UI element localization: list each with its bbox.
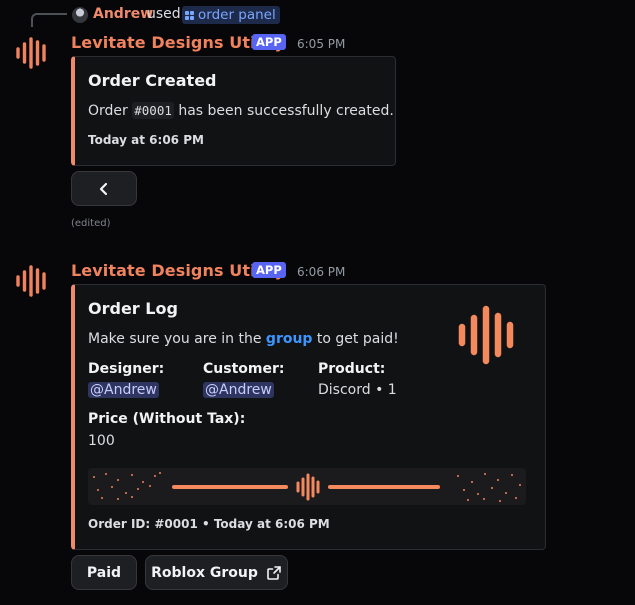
customer-value[interactable]: @Andrew — [203, 382, 274, 398]
customer-label: Customer: — [203, 361, 285, 377]
paid-button[interactable]: Paid — [71, 555, 137, 590]
designer-value[interactable]: @Andrew — [88, 382, 159, 398]
group-link[interactable]: group — [266, 331, 313, 347]
roblox-group-button-label: Roblox Group — [151, 564, 258, 581]
bot-avatar[interactable] — [14, 35, 50, 71]
roblox-group-button[interactable]: Roblox Group — [145, 555, 288, 590]
back-button[interactable] — [71, 171, 137, 206]
chevron-left-icon — [99, 182, 108, 195]
command-icon — [185, 10, 194, 20]
bot-avatar[interactable] — [14, 263, 50, 299]
message-timestamp: 6:05 PM — [297, 37, 346, 51]
order-code: #0001 — [132, 102, 174, 119]
embed-footer: Order ID: #0001 • Today at 6:06 PM — [88, 517, 330, 531]
command-name: order panel — [198, 7, 276, 23]
thumbnail-logo — [458, 305, 514, 365]
command-mention[interactable]: order panel — [182, 6, 280, 24]
embed-description: Make sure you are in the group to get pa… — [88, 331, 399, 347]
paid-button-label: Paid — [86, 564, 122, 581]
app-tag: APP — [252, 262, 286, 278]
external-link-icon — [267, 565, 281, 580]
reply-user-avatar[interactable] — [72, 7, 88, 23]
embed-title: Order Log — [88, 299, 178, 318]
banner-graphic — [93, 472, 521, 502]
message-timestamp: 6:06 PM — [297, 265, 346, 279]
designer-label: Designer: — [88, 361, 165, 377]
product-label: Product: — [318, 361, 386, 377]
price-value: 100 — [88, 433, 115, 449]
reply-used-text: used — [147, 6, 181, 22]
price-label: Price (Without Tax): — [88, 411, 246, 427]
reply-username[interactable]: Andrew — [93, 6, 153, 22]
app-tag: APP — [252, 34, 286, 50]
embed-title: Order Created — [88, 71, 217, 90]
order-log-embed: Order Log Make sure you are in the group… — [71, 284, 546, 550]
edited-label: (edited) — [71, 218, 111, 229]
embed-description: Order #0001 has been successfully create… — [88, 102, 394, 119]
product-value: Discord • 1 — [318, 382, 397, 398]
embed-footer: Today at 6:06 PM — [88, 133, 204, 147]
order-created-embed: Order Created Order #0001 has been succe… — [71, 56, 396, 166]
reply-connector — [31, 13, 67, 27]
banner-image — [88, 468, 526, 505]
